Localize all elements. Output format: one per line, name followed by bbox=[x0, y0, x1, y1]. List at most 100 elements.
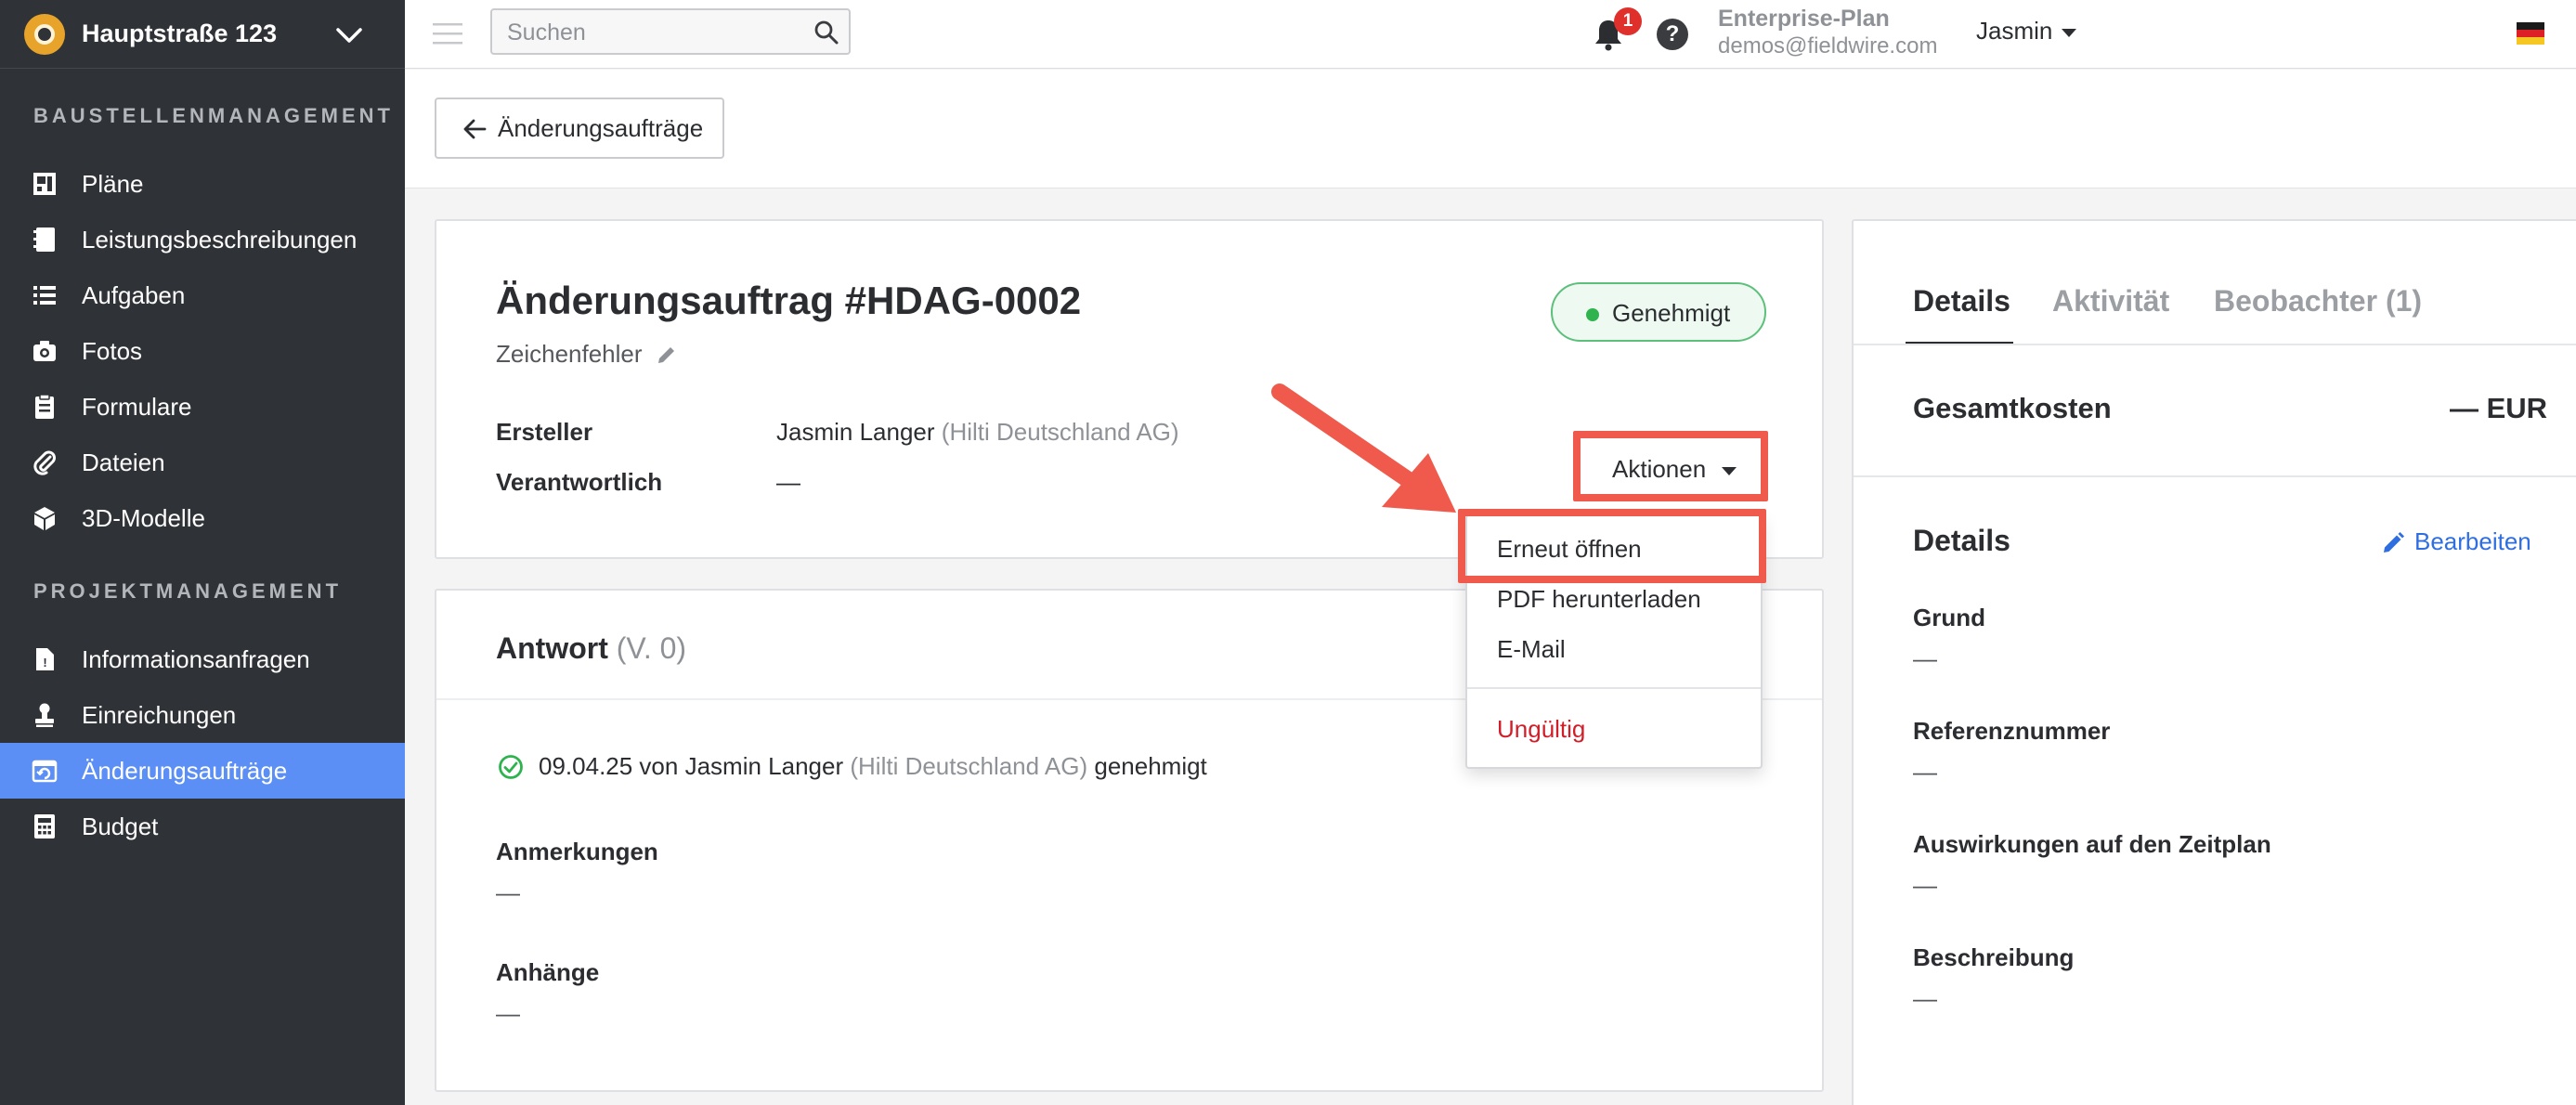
menu-item-void[interactable]: Ungültig bbox=[1467, 706, 1761, 754]
pencil-icon[interactable] bbox=[656, 344, 678, 366]
rfi-icon: ! bbox=[36, 648, 54, 670]
project-logo bbox=[24, 14, 65, 55]
sidebar-item-3d-models[interactable]: 3D-Modelle bbox=[0, 490, 405, 546]
sidebar-item-label: Dateien bbox=[82, 448, 165, 476]
tab-watchers[interactable]: Beobachter (1) bbox=[2214, 284, 2422, 318]
back-button-label: Änderungsaufträge bbox=[498, 114, 704, 142]
sidebar-item-change-orders[interactable]: Änderungsaufträge bbox=[0, 743, 405, 799]
sidebar-item-label: Leistungsbeschreibungen bbox=[82, 226, 358, 254]
responsible-label: Verantwortlich bbox=[496, 468, 663, 496]
cube-icon bbox=[34, 507, 55, 530]
annotation-highlight-actions bbox=[1573, 431, 1768, 501]
account-email: demos@fieldwire.com bbox=[1718, 33, 1938, 58]
german-flag-icon[interactable] bbox=[2517, 22, 2544, 45]
paperclip-icon bbox=[33, 450, 56, 475]
project-switcher[interactable]: Hauptstraße 123 bbox=[0, 0, 405, 69]
pencil-icon bbox=[2384, 532, 2404, 552]
caret-down-icon bbox=[2062, 28, 2077, 37]
approval-date: 09.04.25 von Jasmin Langer bbox=[539, 752, 844, 780]
detail-label-schedule-impact: Auswirkungen auf den Zeitplan bbox=[1913, 830, 2271, 858]
search-input[interactable] bbox=[507, 16, 804, 49]
sidebar-item-label: Aufgaben bbox=[82, 281, 186, 309]
details-section-title: Details bbox=[1913, 524, 2010, 557]
sidebar-item-label: Fotos bbox=[82, 337, 143, 365]
creator-company: (Hilti Deutschland AG) bbox=[941, 418, 1179, 446]
tab-activity[interactable]: Aktivität bbox=[2052, 284, 2169, 318]
sidebar-item-files[interactable]: Dateien bbox=[0, 435, 405, 490]
menu-item-email[interactable]: E-Mail bbox=[1467, 626, 1761, 674]
total-cost-label: Gesamtkosten bbox=[1913, 392, 2112, 424]
tabs-divider bbox=[1854, 344, 2576, 345]
notification-badge: 1 bbox=[1614, 7, 1642, 35]
status-dot bbox=[1586, 308, 1599, 321]
user-menu[interactable]: Jasmin bbox=[1976, 17, 2077, 46]
status-label: Genehmigt bbox=[1612, 299, 1731, 327]
camera-icon bbox=[33, 341, 56, 361]
back-button[interactable]: Änderungsaufträge bbox=[435, 98, 724, 159]
edit-label: Bearbeiten bbox=[2414, 527, 2531, 555]
page-title: Änderungsauftrag #HDAG-0002 bbox=[496, 279, 1082, 322]
sidebar-item-forms[interactable]: Formulare bbox=[0, 379, 405, 435]
sidebar-item-budget[interactable]: Budget bbox=[0, 799, 405, 854]
response-title: Antwort (V. 0) bbox=[496, 631, 686, 666]
change-order-icon bbox=[32, 760, 58, 783]
menu-divider bbox=[1467, 687, 1761, 689]
sidebar-item-label: Formulare bbox=[82, 393, 192, 421]
change-order-subtitle: Zeichenfehler bbox=[496, 340, 643, 368]
svg-text:!: ! bbox=[43, 656, 46, 670]
tab-details[interactable]: Details bbox=[1913, 284, 2010, 318]
notes-value: — bbox=[496, 878, 520, 906]
hamburger-menu-icon[interactable] bbox=[433, 20, 462, 48]
help-icon[interactable]: ? bbox=[1657, 19, 1688, 50]
sidebar-item-specifications[interactable]: Leistungsbeschreibungen bbox=[0, 212, 405, 267]
sidebar-item-label: 3D-Modelle bbox=[82, 504, 205, 532]
section-divider bbox=[1854, 475, 2576, 477]
sidebar-item-label: Pläne bbox=[82, 170, 144, 198]
creator-label: Ersteller bbox=[496, 418, 593, 446]
section-label-site: BAUSTELLENMANAGEMENT bbox=[33, 104, 394, 127]
approval-line: 09.04.25 von Jasmin Langer (Hilti Deutsc… bbox=[539, 752, 1207, 781]
detail-value-schedule-impact: — bbox=[1913, 871, 1937, 899]
detail-value-description: — bbox=[1913, 984, 1937, 1012]
creator-name: Jasmin Langer bbox=[776, 418, 935, 446]
details-panel: Details Aktivität Beobachter (1) Gesamtk… bbox=[1852, 219, 2576, 1105]
chevron-down-icon[interactable] bbox=[334, 20, 364, 50]
responsible-value: — bbox=[776, 468, 800, 496]
sidebar-item-label: Informationsanfragen bbox=[82, 645, 310, 673]
plans-icon bbox=[33, 173, 56, 195]
arrow-left-icon bbox=[463, 119, 487, 139]
attachments-label: Anhänge bbox=[496, 958, 600, 986]
sidebar-item-label: Änderungsaufträge bbox=[82, 757, 288, 785]
sidebar-item-rfi[interactable]: ! Informationsanfragen bbox=[0, 631, 405, 687]
approval-status: genehmigt bbox=[1094, 752, 1207, 780]
detail-value-reason: — bbox=[1913, 644, 1937, 672]
sidebar-item-label: Einreichungen bbox=[82, 701, 237, 729]
sidebar-item-label: Budget bbox=[82, 812, 159, 840]
plan-name: Enterprise-Plan bbox=[1718, 6, 1890, 32]
detail-label-reference: Referenznummer bbox=[1913, 717, 2111, 745]
sidebar-item-tasks[interactable]: Aufgaben bbox=[0, 267, 405, 323]
forms-icon bbox=[35, 394, 54, 419]
search-icon[interactable] bbox=[813, 20, 839, 46]
specifications-icon bbox=[33, 228, 55, 252]
response-version: (V. 0) bbox=[616, 631, 687, 665]
creator-value: Jasmin Langer (Hilti Deutschland AG) bbox=[776, 418, 1179, 447]
menu-item-label: E-Mail bbox=[1497, 635, 1566, 663]
annotation-highlight-reopen bbox=[1458, 509, 1766, 583]
sidebar-item-plans[interactable]: Pläne bbox=[0, 156, 405, 212]
stamp-icon bbox=[35, 703, 54, 727]
top-bar: 1 ? Enterprise-Plan demos@fieldwire.com … bbox=[405, 0, 2576, 69]
sidebar-item-submittals[interactable]: Einreichungen bbox=[0, 687, 405, 743]
response-title-text: Antwort bbox=[496, 631, 608, 665]
user-name: Jasmin bbox=[1976, 17, 2053, 45]
menu-item-label: Ungültig bbox=[1497, 715, 1586, 743]
project-name: Hauptstraße 123 bbox=[82, 20, 278, 47]
menu-item-label: PDF herunterladen bbox=[1497, 585, 1701, 613]
sidebar: Hauptstraße 123 BAUSTELLENMANAGEMENT Plä… bbox=[0, 0, 405, 1105]
search-box bbox=[490, 8, 851, 55]
attachments-value: — bbox=[496, 999, 520, 1027]
detail-label-description: Beschreibung bbox=[1913, 943, 2075, 971]
sidebar-item-photos[interactable]: Fotos bbox=[0, 323, 405, 379]
notes-label: Anmerkungen bbox=[496, 838, 658, 865]
detail-value-reference: — bbox=[1913, 758, 1937, 786]
